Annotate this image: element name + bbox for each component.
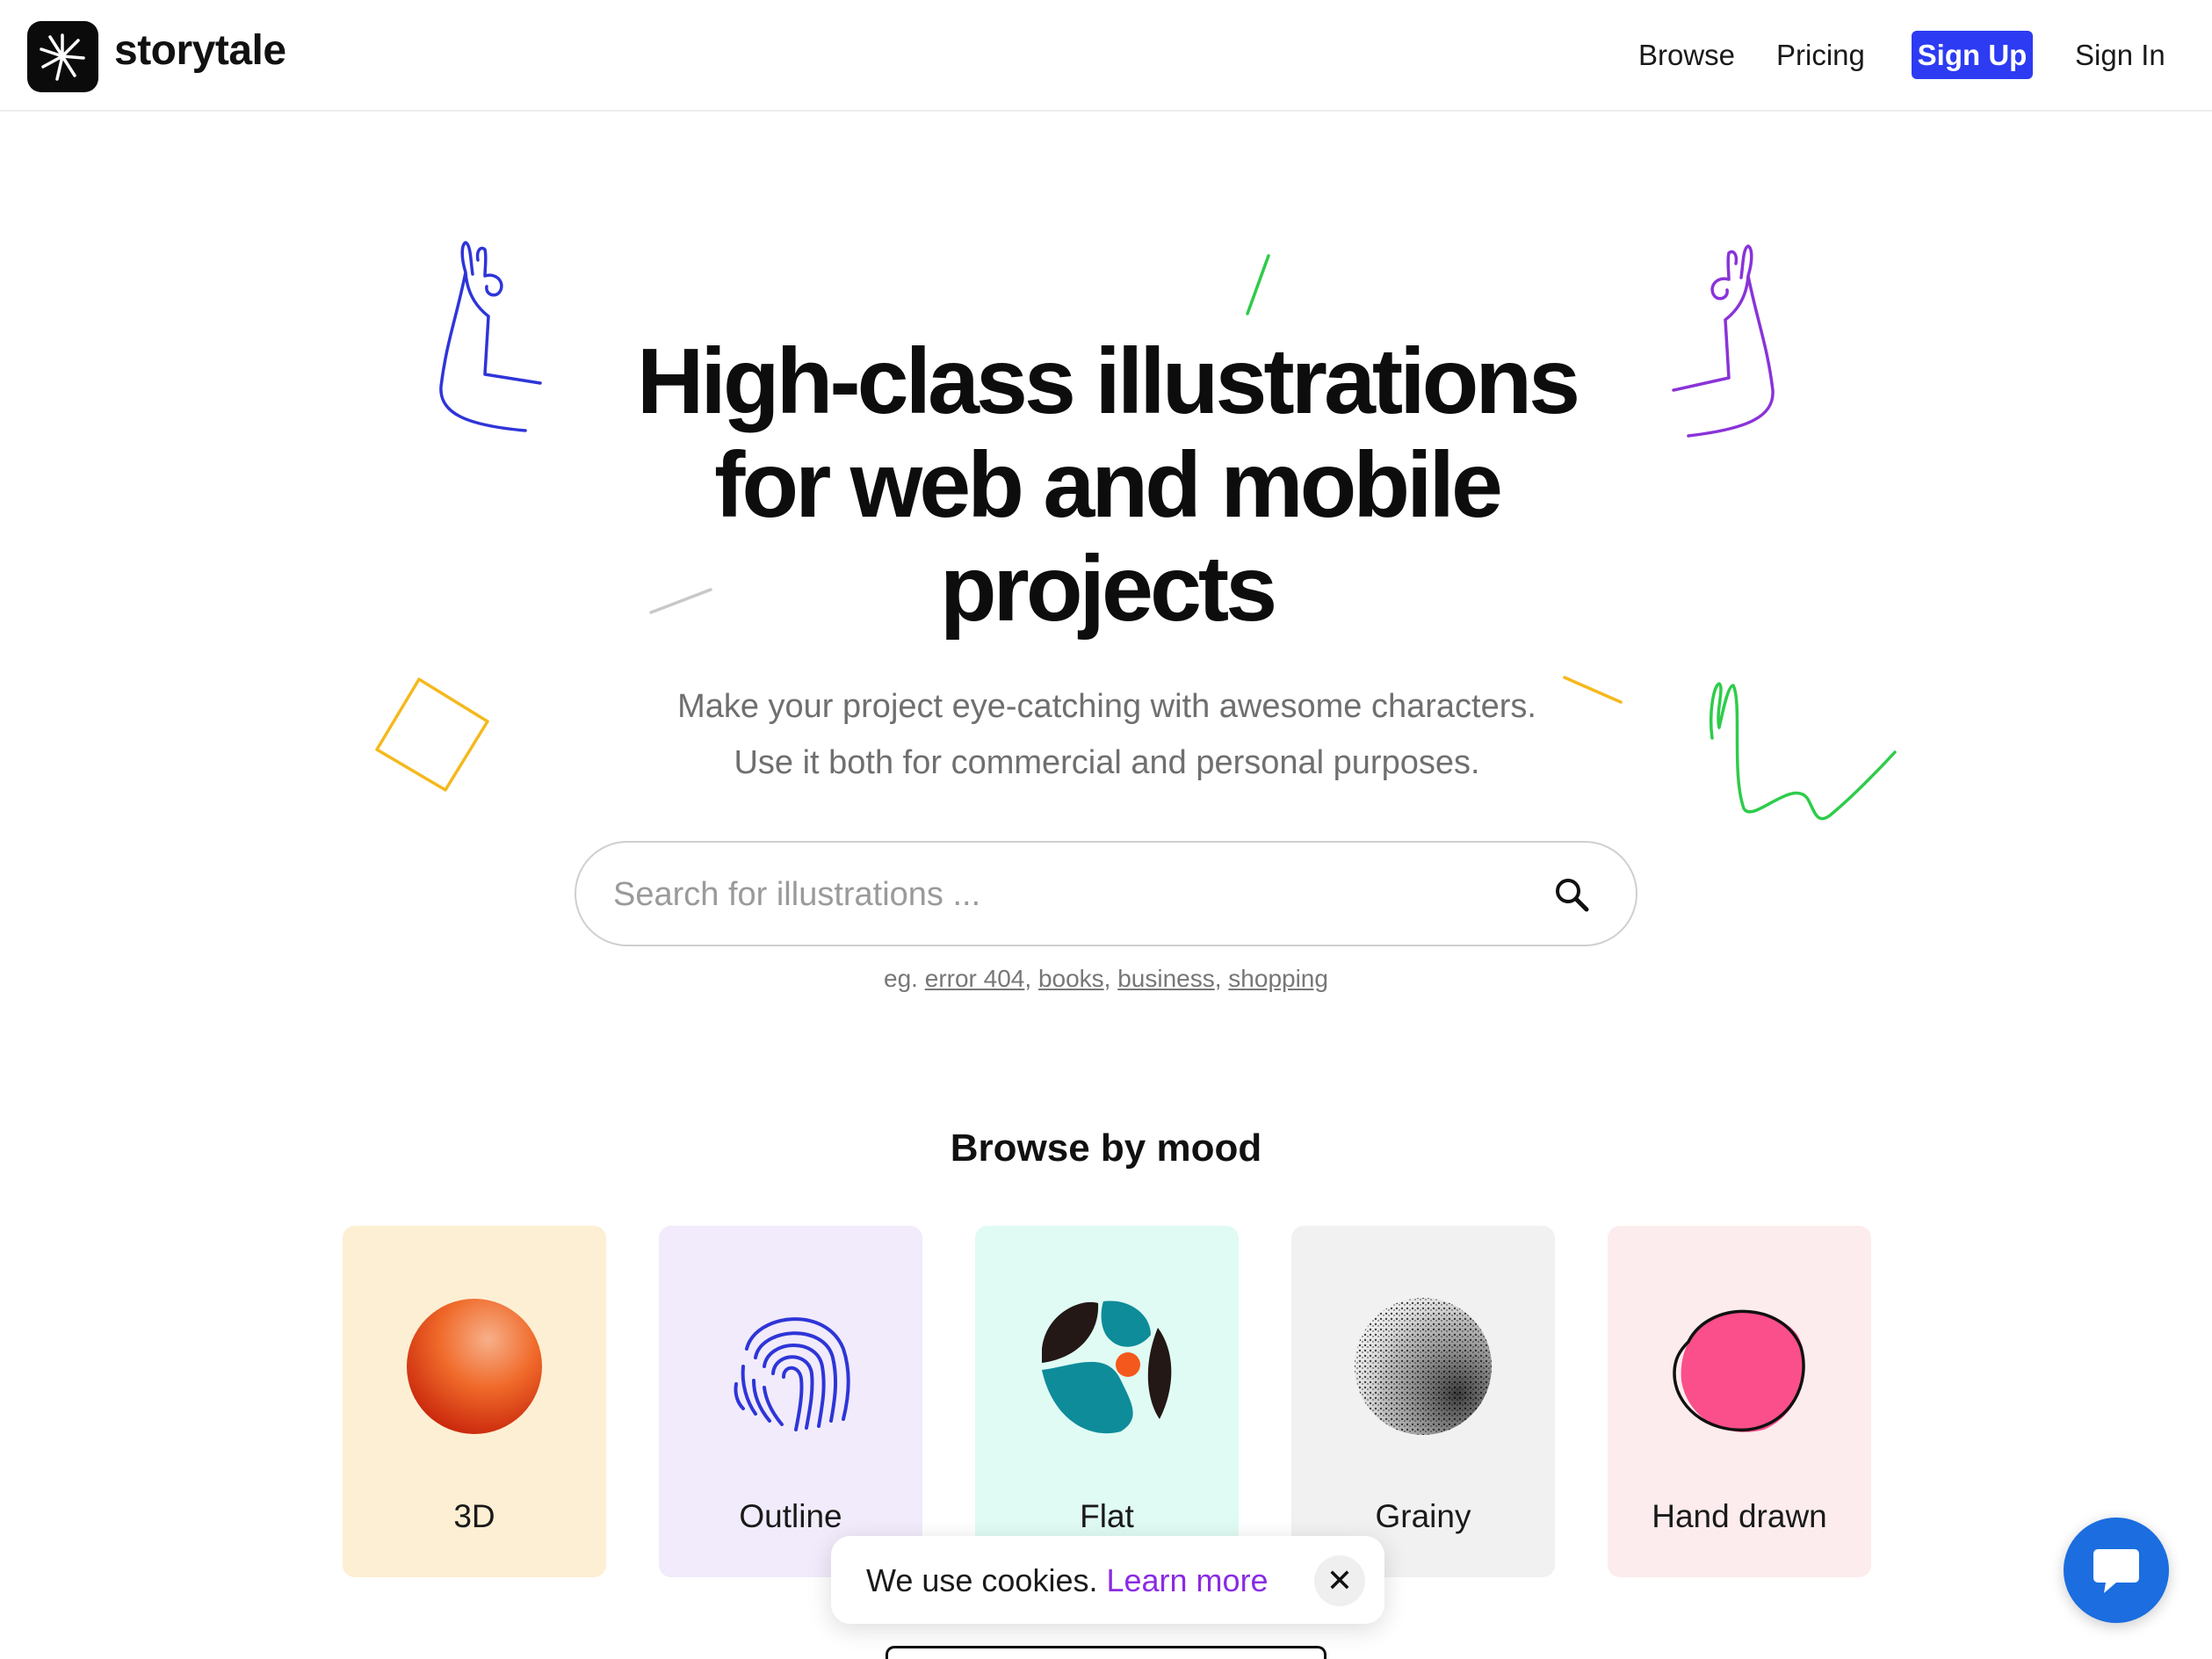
search-bar <box>575 841 1637 946</box>
grainy-sphere-icon <box>1355 1298 1492 1435</box>
hero-title-line-2: for web and mobile <box>714 433 1503 537</box>
mood-card-label: Flat <box>1080 1498 1134 1534</box>
mood-card-flat[interactable]: Flat <box>975 1226 1239 1577</box>
mood-card-outline[interactable]: Outline <box>659 1226 922 1577</box>
nav-pricing-link[interactable]: Pricing <box>1776 39 1865 72</box>
hand-drawn-blob-icon <box>1673 1309 1805 1432</box>
search-icon[interactable] <box>1553 876 1592 915</box>
example-link-error-404[interactable]: error 404 <box>925 965 1025 992</box>
cookie-text: We use cookies. <box>866 1562 1098 1598</box>
flat-shapes-circle-icon <box>1038 1298 1175 1435</box>
browse-by-mood-heading: Browse by mood <box>950 1127 1262 1170</box>
search-examples: eg. error 404, books, business, shopping <box>884 965 1328 992</box>
mood-card-label: 3D <box>453 1498 495 1534</box>
brand-name[interactable]: storytale <box>114 26 286 75</box>
logo-icon[interactable] <box>27 21 98 92</box>
hero-subtitle: Make your project eye-catching with awes… <box>492 678 1722 791</box>
mood-card-3d[interactable]: 3D <box>343 1226 606 1577</box>
close-icon[interactable]: ✕ <box>1314 1555 1365 1606</box>
sign-up-button[interactable]: Sign Up <box>1912 31 2033 79</box>
mood-card-label: Outline <box>739 1498 842 1534</box>
hero-title-line-1: High-class illustrations <box>636 330 1580 433</box>
mood-card-hand-drawn[interactable]: Hand drawn <box>1608 1226 1871 1577</box>
hero-title: High-class illustrations for web and mob… <box>527 330 1687 641</box>
yellow-square-doodle-icon <box>375 677 489 792</box>
cookie-learn-more-link[interactable]: Learn more <box>1106 1562 1268 1598</box>
examples-prefix: eg. <box>884 965 918 992</box>
orange-sphere-icon <box>407 1299 542 1434</box>
bottom-partial-button[interactable] <box>886 1646 1326 1659</box>
sign-in-link[interactable]: Sign In <box>2075 39 2165 72</box>
green-squiggle-doodle-icon <box>1709 682 1897 821</box>
search-input[interactable] <box>613 862 1492 927</box>
example-link-shopping[interactable]: shopping <box>1228 965 1328 992</box>
chat-icon[interactable] <box>2064 1518 2169 1623</box>
site-header: storytale Browse Pricing Sign Up Sign In <box>0 0 2212 112</box>
example-link-books[interactable]: books <box>1038 965 1104 992</box>
example-link-business[interactable]: business <box>1117 965 1215 992</box>
hero-title-line-3: projects <box>939 537 1277 641</box>
mood-card-label: Hand drawn <box>1652 1498 1827 1534</box>
cookie-message: We use cookies. Learn more <box>866 1562 1269 1599</box>
nav-browse-link[interactable]: Browse <box>1638 39 1735 72</box>
green-dash-doodle-icon <box>1246 254 1270 315</box>
cookie-banner: We use cookies. Learn more ✕ <box>831 1536 1384 1624</box>
mood-card-grainy[interactable]: Grainy <box>1291 1226 1555 1577</box>
hero-subtitle-line-2: Use it both for commercial and personal … <box>734 744 1480 781</box>
fingerprint-icon <box>734 1317 850 1431</box>
mood-card-label: Grainy <box>1375 1498 1471 1534</box>
hero-subtitle-line-1: Make your project eye-catching with awes… <box>677 688 1536 725</box>
